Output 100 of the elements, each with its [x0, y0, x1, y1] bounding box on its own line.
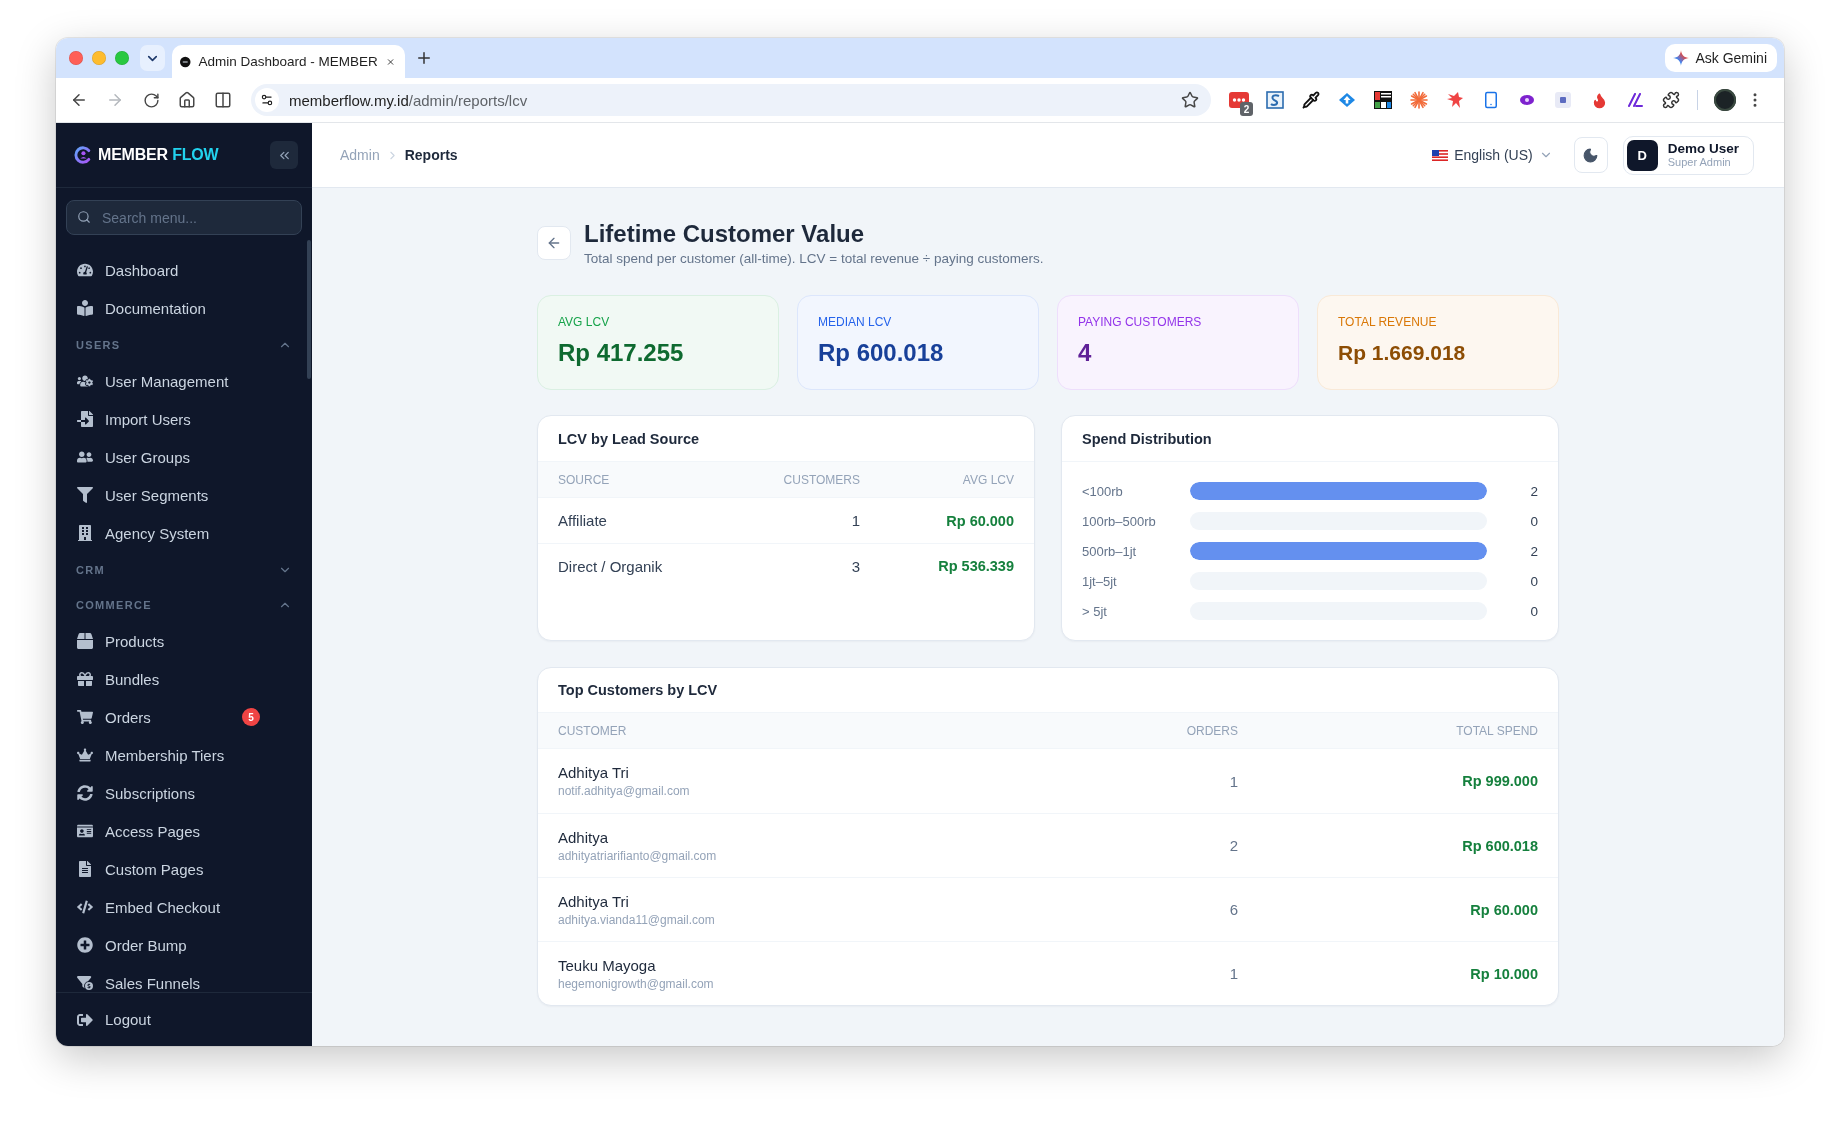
nav-item[interactable]: User Management: [66, 362, 302, 400]
customer-email: adhityatriarifianto@gmail.com: [558, 848, 718, 863]
framed-curve-icon[interactable]: [1266, 91, 1284, 109]
range-label: 1jt–5jt: [1082, 573, 1118, 589]
count-value: 2: [1529, 483, 1538, 499]
nav-item[interactable]: Dashboard: [66, 251, 302, 289]
customer-name: Adhitya Tri: [558, 764, 630, 781]
profile-avatar[interactable]: [1714, 89, 1736, 111]
logo-icon: [74, 146, 92, 164]
moon-icon: [1582, 146, 1600, 164]
table-cell-text: Rp 60.000: [945, 512, 1014, 529]
book-reader-icon: [77, 300, 93, 316]
table-cell-text: Rp 600.018: [1461, 837, 1538, 854]
smartphone-icon[interactable]: [1482, 91, 1500, 109]
reload-icon[interactable]: [142, 91, 160, 109]
column-header: SOURCE: [558, 472, 611, 487]
table-cell-text: 1: [1228, 965, 1238, 982]
building-icon: [77, 525, 93, 541]
logout-icon: [77, 1011, 93, 1028]
starburst-icon[interactable]: [1410, 91, 1428, 109]
nav-item[interactable]: Agency System: [66, 514, 302, 552]
nav-item[interactable]: Access Pages: [66, 812, 302, 850]
table-cell-text: Direct / Organik: [558, 557, 664, 575]
breadcrumb-current: Reports: [404, 147, 458, 163]
sparkle-icon: [1673, 50, 1690, 66]
site-info-button[interactable]: [255, 88, 279, 112]
file-icon: [77, 861, 93, 877]
table-cell-text: 1: [850, 512, 860, 529]
back-button[interactable]: [537, 226, 571, 260]
count-value: 0: [1529, 603, 1538, 619]
tab-list-button[interactable]: [140, 45, 165, 71]
table-cell-text: Rp 536.339: [937, 558, 1014, 574]
nav-item[interactable]: Membership Tiers: [66, 736, 302, 774]
nav-item[interactable]: Documentation: [66, 289, 302, 327]
puzzle-icon[interactable]: [1662, 91, 1680, 109]
nav-item[interactable]: Orders 5: [66, 698, 302, 736]
split-view-icon[interactable]: [214, 91, 232, 109]
ask-gemini-button[interactable]: Ask Gemini: [1665, 44, 1777, 72]
count-value: 0: [1529, 513, 1538, 529]
plus-icon[interactable]: [415, 49, 433, 67]
spiky-star-icon[interactable]: [1446, 91, 1464, 109]
table-cell-text: 6: [1228, 901, 1238, 918]
section-header[interactable]: COMMERCE: [66, 587, 302, 622]
user-avatar: D: [1626, 139, 1658, 171]
gauge-icon: [77, 262, 93, 278]
count-badge: 2: [1240, 102, 1253, 116]
column-header: AVG LCV: [961, 472, 1014, 487]
count-value: 0: [1529, 573, 1538, 589]
address-bar[interactable]: memberflow.my.id/admin/reports/lcv: [251, 84, 1211, 116]
sliders-icon: [260, 93, 274, 107]
slash-logo-icon[interactable]: [1627, 93, 1643, 107]
collapse-sidebar-button[interactable]: [270, 141, 298, 169]
window-close-button[interactable]: [69, 51, 83, 65]
grid-logo-icon[interactable]: [1374, 91, 1392, 109]
language-select[interactable]: English (US): [1432, 147, 1553, 163]
filter-icon: [77, 487, 93, 503]
search-field[interactable]: Search menu...: [66, 200, 302, 235]
browser-tab[interactable]: Admin Dashboard - MEMBER: [172, 45, 405, 78]
table-cell-text: 3: [850, 557, 860, 575]
nav-item[interactable]: Embed Checkout: [66, 888, 302, 926]
eye-icon[interactable]: [1520, 94, 1534, 106]
range-label: 100rb–500rb: [1082, 513, 1157, 529]
nav-item[interactable]: Subscriptions: [66, 774, 302, 812]
users-gear-icon: [77, 373, 93, 389]
square-tile-icon[interactable]: [1555, 92, 1571, 108]
theme-toggle-button[interactable]: [1573, 137, 1608, 173]
nav-item[interactable]: Import Users: [66, 400, 302, 438]
nav-item[interactable]: User Segments: [66, 476, 302, 514]
page-title: Lifetime Customer Value: [584, 220, 866, 248]
nav-item[interactable]: Order Bump: [66, 926, 302, 964]
column-header: ORDERS: [1185, 723, 1238, 738]
page-subtitle: Total spend per customer (all-time). LCV = total revenue ÷ paying customers.: [584, 250, 1044, 268]
stat-value: Rp 600.018: [818, 338, 945, 368]
nav-item[interactable]: Custom Pages: [66, 850, 302, 888]
logout-link[interactable]: Logout: [66, 1000, 302, 1039]
nav-item[interactable]: Bundles: [66, 660, 302, 698]
nav-item[interactable]: Products: [66, 622, 302, 660]
sync-icon: [77, 785, 93, 801]
pipette-icon[interactable]: [1302, 91, 1320, 109]
house-icon[interactable]: [178, 91, 196, 109]
diamond-arrow-icon[interactable]: [1338, 92, 1356, 108]
filter-dollar-icon: [77, 975, 93, 991]
star-icon[interactable]: [1181, 91, 1199, 109]
range-label: <100rb: [1082, 483, 1124, 499]
brand-name: MEMBER FLOW: [98, 146, 219, 164]
section-header[interactable]: USERS: [66, 327, 302, 362]
scrollbar-thumb[interactable]: [307, 240, 311, 379]
box-icon: [77, 633, 93, 649]
customer-email: hegemonigrowth@gmail.com: [558, 976, 715, 991]
nav-item[interactable]: Sales Funnels: [66, 964, 302, 992]
user-menu-button[interactable]: D Demo User Super Admin: [1622, 135, 1754, 175]
table-cell-text: 2: [1228, 837, 1238, 854]
stat-label: MEDIAN LCV: [818, 315, 893, 329]
table-cell-text: Rp 60.000: [1469, 901, 1538, 918]
table-cell-text: Rp 10.000: [1469, 965, 1538, 982]
nav-item[interactable]: User Groups: [66, 438, 302, 476]
section-header[interactable]: CRM: [66, 552, 302, 587]
table-cell-text: 1: [1228, 772, 1238, 790]
cart-icon: [77, 709, 93, 725]
stat-label: TOTAL REVENUE: [1338, 315, 1438, 329]
